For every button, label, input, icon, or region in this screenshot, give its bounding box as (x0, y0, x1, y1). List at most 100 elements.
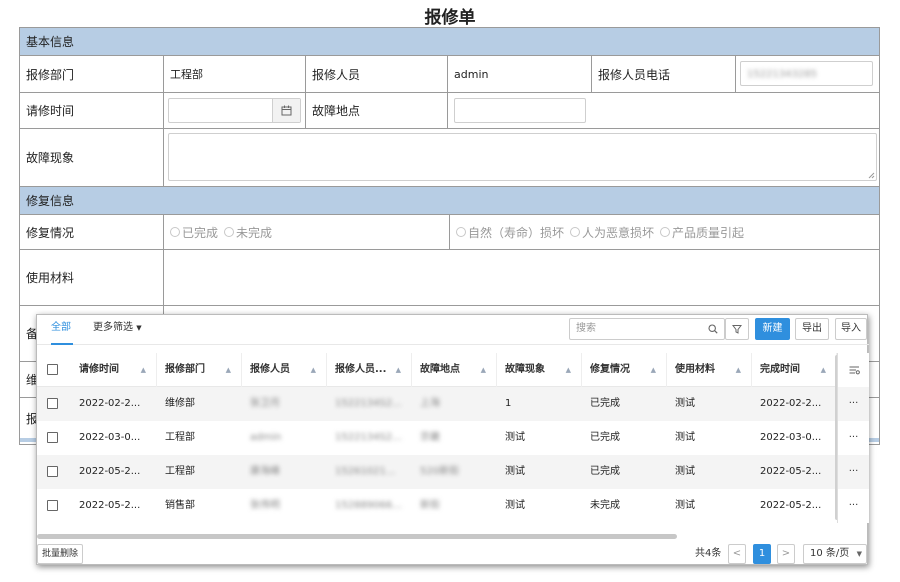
calendar-icon[interactable] (272, 99, 300, 122)
sort-icon[interactable]: ▲ (226, 353, 231, 387)
column-header[interactable]: 报修人员... ▲ (327, 353, 412, 387)
more-actions-icon[interactable]: ··· (838, 387, 869, 421)
select-all-checkbox[interactable] (47, 364, 58, 375)
cell-reporter: 张伟明 (250, 500, 280, 511)
cell-material: 测试 (675, 466, 695, 477)
record-picker-panel: 全部 更多筛选 ▼ 搜索 新建 导出 导入 请修时间 ▲ 报修部门 ▲ 报修人员 ▲ … (36, 314, 869, 565)
column-header[interactable]: 修复情况 ▲ (582, 353, 667, 387)
cell-reporter: 张卫月 (250, 398, 280, 409)
cell-repair-time: 2022-05-2... (79, 466, 141, 477)
cell-dept: 工程部 (165, 432, 195, 443)
more-actions-icon[interactable]: ··· (838, 489, 869, 523)
column-header[interactable]: 故障现象 ▲ (497, 353, 582, 387)
column-header[interactable]: 请修时间 ▲ (71, 353, 157, 387)
prev-page-button[interactable]: < (728, 544, 746, 564)
row-checkbox[interactable] (47, 398, 58, 409)
time-label: 请修时间 (20, 93, 164, 128)
page-size-value: 10 条/页 (810, 548, 850, 559)
sort-icon[interactable]: ▲ (141, 353, 146, 387)
cell-symptom: 测试 (505, 466, 525, 477)
column-title: 报修部门 (165, 364, 205, 375)
phone-field[interactable]: 15221343285 (740, 61, 873, 86)
column-header[interactable]: 使用材料 ▲ (667, 353, 752, 387)
tab-more-filters-label: 更多筛选 (93, 322, 133, 333)
more-actions-icon[interactable]: ··· (838, 421, 869, 455)
search-placeholder: 搜索 (576, 323, 596, 334)
more-actions-icon[interactable]: ··· (838, 455, 869, 489)
cause-radio-quality[interactable]: 产品质量引起 (660, 224, 744, 241)
cell-status: 已完成 (590, 466, 620, 477)
form-row-dept: 报修部门 工程部 报修人员 admin 报修人员电话 15221343285 (20, 56, 879, 93)
next-page-button[interactable]: > (777, 544, 795, 564)
table-row[interactable]: 2022-05-2... 工程部 康海峰 15261021... 520新街 测… (37, 455, 837, 489)
cause-radio-natural[interactable]: 自然（寿命）损坏 (456, 224, 564, 241)
column-header[interactable]: 报修人员 ▲ (242, 353, 327, 387)
material-cell[interactable] (164, 250, 879, 305)
resize-handle-icon[interactable] (868, 172, 875, 179)
dept-label: 报修部门 (20, 56, 164, 92)
column-title: 完成时间 (760, 364, 800, 375)
repair-time-input[interactable] (168, 98, 301, 123)
radio-label: 已完成 (182, 225, 219, 240)
tab-all[interactable]: 全部 (51, 315, 73, 345)
sort-icon[interactable]: ▲ (311, 353, 316, 387)
search-input[interactable]: 搜索 (569, 318, 725, 340)
cell-dept: 维修部 (165, 398, 195, 409)
table-row[interactable]: 2022-02-2... 维修部 张卫月 1522134S2... 上海 1 已… (37, 387, 837, 421)
cell-repair-time: 2022-02-2... (79, 398, 141, 409)
table-row[interactable]: 2022-05-2... 销售部 张伟明 152889066... 新街 测试 … (37, 489, 837, 523)
sort-icon[interactable]: ▲ (481, 353, 486, 387)
cell-phone: 1522134S2... (335, 432, 402, 443)
sort-icon[interactable]: ▲ (821, 353, 826, 387)
phone-label: 报修人员电话 (592, 56, 736, 92)
column-header[interactable]: 报修部门 ▲ (157, 353, 242, 387)
section-basic-info: 基本信息 (20, 28, 879, 56)
cell-status: 已完成 (590, 398, 620, 409)
cell-reporter: 康海峰 (250, 466, 280, 477)
new-button[interactable]: 新建 (755, 318, 790, 340)
sort-icon[interactable]: ▲ (736, 353, 741, 387)
sort-icon[interactable]: ▲ (396, 353, 401, 387)
symptom-cell (164, 129, 879, 186)
column-header[interactable]: 故障地点 ▲ (412, 353, 497, 387)
row-checkbox[interactable] (47, 432, 58, 443)
radio-label: 产品质量引起 (672, 225, 745, 240)
sort-icon[interactable]: ▲ (566, 353, 571, 387)
cell-location: 新街 (420, 500, 440, 511)
column-settings-icon[interactable] (849, 365, 860, 375)
tab-more-filters[interactable]: 更多筛选 ▼ (93, 315, 142, 345)
cell-done-time: 2022-02-2... (760, 398, 822, 409)
status-radio-undone[interactable]: 未完成 (224, 224, 272, 241)
table-row[interactable]: 2022-03-0... 工程部 admin 1522134S2... 京畿 测… (37, 421, 837, 455)
sort-icon[interactable]: ▲ (651, 353, 656, 387)
form-row-symptom: 故障现象 (20, 129, 879, 187)
phone-cell: 15221343285 (736, 56, 879, 92)
cell-reporter: admin (250, 432, 282, 443)
symptom-textarea[interactable] (168, 133, 877, 181)
reporter-label: 报修人员 (306, 56, 448, 92)
cell-phone: 152889066... (335, 500, 402, 511)
column-title: 故障地点 (420, 364, 460, 375)
location-input[interactable] (454, 98, 586, 123)
column-title: 故障现象 (505, 364, 545, 375)
horizontal-scrollbar[interactable] (37, 534, 677, 539)
cause-radio-malicious[interactable]: 人为恶意损坏 (570, 224, 654, 241)
radio-circle-icon (456, 227, 466, 237)
status-radio-done[interactable]: 已完成 (170, 224, 218, 241)
cell-phone: 15261021... (335, 466, 396, 477)
batch-delete-button[interactable]: 批量删除 (37, 544, 84, 564)
cell-material: 测试 (675, 500, 695, 511)
cell-repair-time: 2022-05-2... (79, 500, 141, 511)
export-button[interactable]: 导出 (795, 318, 829, 340)
search-icon[interactable] (708, 324, 718, 334)
column-header[interactable]: 完成时间 ▲ (752, 353, 837, 387)
page-size-select[interactable]: 10 条/页 ▼ (803, 544, 867, 564)
reporter-value: admin (448, 56, 592, 92)
import-button[interactable]: 导入 (835, 318, 867, 340)
cell-dept: 销售部 (165, 500, 195, 511)
page-1-button[interactable]: 1 (753, 544, 771, 564)
filter-button[interactable] (725, 318, 749, 340)
row-checkbox[interactable] (47, 466, 58, 477)
row-checkbox[interactable] (47, 500, 58, 511)
page-title: 报修单 (424, 8, 476, 28)
